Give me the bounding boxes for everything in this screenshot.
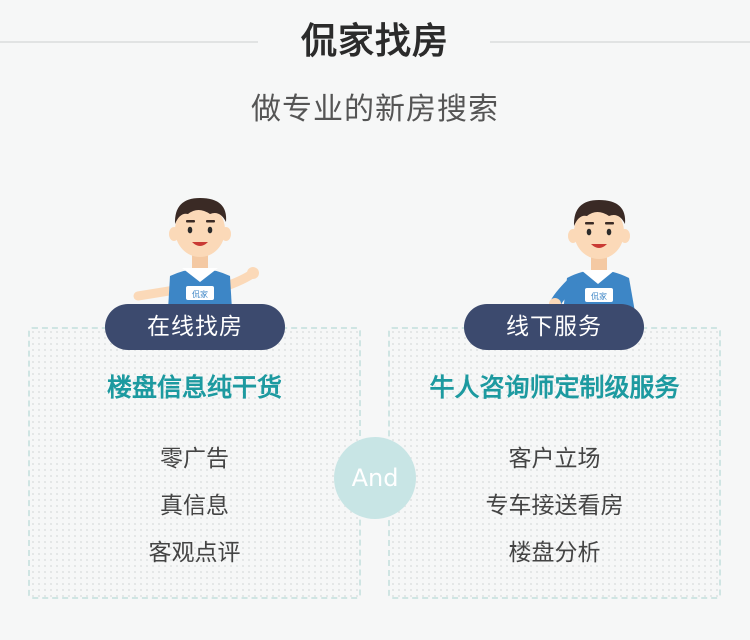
- list-item: 专车接送看房: [485, 493, 624, 519]
- feature-list: 零广告 真信息 客观点评: [30, 436, 359, 577]
- shirt-logo-text: 侃家: [192, 289, 208, 299]
- list-item: 真信息: [160, 493, 229, 519]
- header: 侃家找房: [0, 18, 750, 68]
- and-connector-badge: And: [334, 437, 416, 519]
- online-search-card: 楼盘信息纯干货 零广告 真信息 客观点评: [28, 327, 361, 599]
- page-title: 侃家找房: [300, 21, 449, 62]
- feature-list: 客户立场 专车接送看房 楼盘分析: [390, 436, 719, 577]
- card-headline: 牛人咨询师定制级服务: [429, 373, 680, 402]
- list-item: 楼盘分析: [508, 540, 601, 566]
- list-item: 零广告: [160, 446, 229, 472]
- list-item: 客观点评: [148, 540, 241, 566]
- mascot-illustration-left: 侃家: [133, 198, 259, 310]
- offline-service-label: 线下服务: [464, 304, 644, 350]
- mascot-illustration-right: 侃家: [549, 200, 635, 312]
- list-item: 客户立场: [508, 446, 601, 472]
- page-subtitle: 做专业的新房搜索: [251, 92, 499, 127]
- shirt-logo-text: 侃家: [591, 291, 607, 301]
- online-search-label: 在线找房: [105, 304, 285, 350]
- offline-service-card: 牛人咨询师定制级服务 客户立场 专车接送看房 楼盘分析: [388, 327, 721, 599]
- card-headline: 楼盘信息纯干货: [106, 373, 282, 402]
